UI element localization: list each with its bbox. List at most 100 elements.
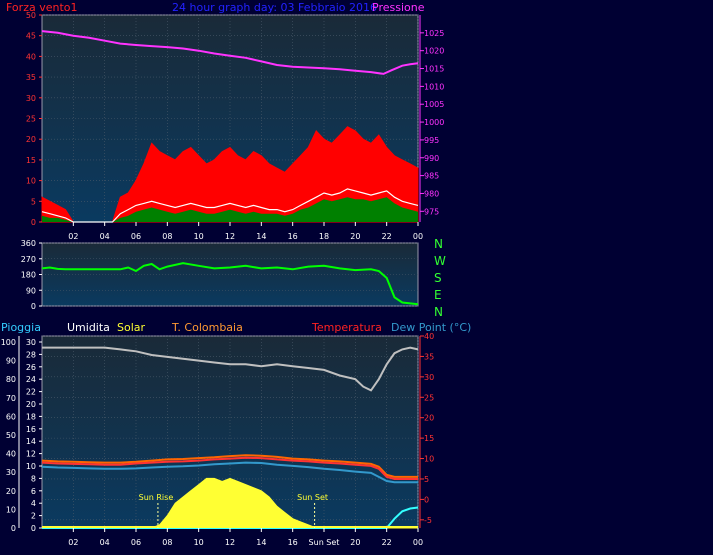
temperature-x-ticks: 02 04 06 08 10 12 14 16 Sun Set 20 22 00 bbox=[68, 528, 423, 547]
direction-panel: 090180270360 NWSEN bbox=[21, 237, 446, 319]
compass-label: S bbox=[434, 271, 442, 285]
solar-tick-label: 0 bbox=[31, 524, 36, 533]
pioggia-tick-label: 80 bbox=[6, 375, 16, 384]
wind-left-tick-label: 5 bbox=[31, 197, 36, 206]
wind-left-tick-label: 30 bbox=[26, 94, 36, 103]
pressure-tick-label: 980 bbox=[424, 189, 439, 198]
direction-tick-label: 0 bbox=[31, 302, 36, 311]
temperature-tick-label: -5 bbox=[424, 516, 432, 525]
temperature-tick-label: 30 bbox=[424, 373, 434, 382]
wind-left-tick-label: 20 bbox=[26, 135, 36, 144]
wind-x-ticks: 02 04 06 08 10 12 14 16 18 20 22 00 bbox=[68, 222, 423, 241]
wind-x-tick-label: 06 bbox=[131, 232, 141, 241]
temperature-x-tick-label: 10 bbox=[194, 538, 204, 547]
temperature-tick-label: 5 bbox=[424, 475, 429, 484]
temperature-x-tick-label: Sun Set bbox=[309, 538, 340, 547]
chart-title: 24 hour graph day: 03 Febbraio 2016 bbox=[172, 1, 377, 14]
temperature-x-tick-label: 16 bbox=[288, 538, 298, 547]
temperature-tick-label: 25 bbox=[424, 393, 434, 402]
solar-tick-label: 8 bbox=[31, 474, 36, 483]
pioggia-tick-label: 90 bbox=[6, 357, 16, 366]
compass-label: N bbox=[434, 237, 443, 251]
umidita-label: Umidita bbox=[67, 321, 110, 334]
temperatura-label: Temperatura bbox=[311, 321, 382, 334]
direction-tick-label: 360 bbox=[21, 239, 36, 248]
pioggia-tick-label: 20 bbox=[6, 487, 16, 496]
wind-x-tick-label: 10 bbox=[194, 232, 204, 241]
temperature-x-tick-label: 12 bbox=[225, 538, 235, 547]
solar-tick-label: 30 bbox=[26, 338, 36, 347]
solar-tick-label: 6 bbox=[31, 487, 36, 496]
solar-tick-label: 14 bbox=[26, 437, 36, 446]
wind-x-tick-label: 16 bbox=[288, 232, 298, 241]
direction-tick-label: 90 bbox=[26, 286, 36, 295]
pioggia-ticks: 0 10 20 30 40 50 60 70 80 90 100 bbox=[1, 338, 16, 533]
temperature-x-tick-label: 08 bbox=[162, 538, 172, 547]
pioggia-tick-label: 10 bbox=[6, 505, 16, 514]
solar-label: Solar bbox=[117, 321, 146, 334]
solar-tick-label: 24 bbox=[26, 375, 36, 384]
temperature-x-tick-label: 04 bbox=[100, 538, 110, 547]
temperature-x-tick-label: 20 bbox=[350, 538, 360, 547]
temperature-right-ticks: -5 0 5 10 15 20 25 30 35 40 bbox=[419, 332, 434, 528]
temperature-panel: 0102030405060708090100 02468101214161820… bbox=[1, 332, 434, 547]
pioggia-tick-label: 30 bbox=[6, 468, 16, 477]
solar-tick-label: 2 bbox=[31, 512, 36, 521]
weather-graph: Forza vento1 24 hour graph day: 03 Febbr… bbox=[1, 1, 472, 547]
temperature-x-tick-label: 06 bbox=[131, 538, 141, 547]
pioggia-label: Pioggia bbox=[1, 321, 41, 334]
temperature-tick-label: 40 bbox=[424, 332, 434, 341]
sun-annotation-label: Sun Set bbox=[297, 493, 328, 502]
temperature-tick-label: 0 bbox=[424, 495, 429, 504]
temperature-x-tick-label: 02 bbox=[68, 538, 78, 547]
direction-compass-labels: NWSEN bbox=[434, 237, 446, 319]
wind-left-tick-label: 15 bbox=[26, 156, 36, 165]
pressure-tick-label: 1015 bbox=[424, 65, 444, 74]
wind-x-tick-label: 20 bbox=[350, 232, 360, 241]
pressure-tick-label: 1020 bbox=[424, 47, 444, 56]
wind-x-tick-label: 22 bbox=[382, 232, 392, 241]
temperature-tick-label: 15 bbox=[424, 434, 434, 443]
pioggia-tick-label: 60 bbox=[6, 412, 16, 421]
left-axis-title: Forza vento1 bbox=[6, 1, 78, 14]
wind-x-tick-label: 12 bbox=[225, 232, 235, 241]
wind-x-tick-label: 00 bbox=[413, 232, 423, 241]
temperature-tick-label: 35 bbox=[424, 352, 434, 361]
compass-label: W bbox=[434, 254, 446, 268]
temperature-x-tick-label: 00 bbox=[413, 538, 423, 547]
wind-panel: 05101520253035404550 9759809859909951000… bbox=[26, 11, 445, 241]
wind-right-ticks: 975 980 985 990 995 1000 1005 1010 1015 1020 1025 bbox=[419, 15, 444, 222]
solar-tick-label: 16 bbox=[26, 425, 36, 434]
pressure-tick-label: 990 bbox=[424, 154, 439, 163]
pressure-tick-label: 1005 bbox=[424, 100, 444, 109]
direction-tick-label: 270 bbox=[21, 255, 36, 264]
solar-tick-label: 20 bbox=[26, 400, 36, 409]
pressure-tick-label: 1010 bbox=[424, 82, 444, 91]
right-axis-title: Pressione bbox=[372, 1, 425, 14]
pioggia-tick-label: 100 bbox=[1, 338, 16, 347]
wind-left-tick-label: 50 bbox=[26, 11, 36, 20]
wind-x-tick-label: 04 bbox=[100, 232, 110, 241]
solar-tick-label: 10 bbox=[26, 462, 36, 471]
pioggia-tick-label: 40 bbox=[6, 450, 16, 459]
wind-left-tick-label: 40 bbox=[26, 52, 36, 61]
pioggia-tick-label: 70 bbox=[6, 394, 16, 403]
wind-left-tick-label: 0 bbox=[31, 218, 36, 227]
compass-label: N bbox=[434, 305, 443, 319]
solar-tick-label: 26 bbox=[26, 363, 36, 372]
pressure-tick-label: 995 bbox=[424, 136, 439, 145]
temperature-x-tick-label: 14 bbox=[256, 538, 266, 547]
sun-annotation-label: Sun Rise bbox=[139, 493, 174, 502]
solar-tick-label: 12 bbox=[26, 450, 36, 459]
wind-x-tick-label: 18 bbox=[319, 232, 329, 241]
compass-label: E bbox=[434, 288, 442, 302]
pressure-tick-label: 1025 bbox=[424, 29, 444, 38]
pressure-tick-label: 1000 bbox=[424, 118, 444, 127]
wind-left-tick-label: 45 bbox=[26, 32, 36, 41]
wind-left-ticks: 0 5 10 15 20 25 30 35 40 45 50 bbox=[26, 11, 42, 227]
temperature-tick-label: 10 bbox=[424, 455, 434, 464]
wind-x-tick-label: 02 bbox=[68, 232, 78, 241]
solar-tick-label: 28 bbox=[26, 350, 36, 359]
temperature-tick-label: 20 bbox=[424, 414, 434, 423]
solar-ticks: 024681012141618202224262830 bbox=[18, 336, 42, 533]
